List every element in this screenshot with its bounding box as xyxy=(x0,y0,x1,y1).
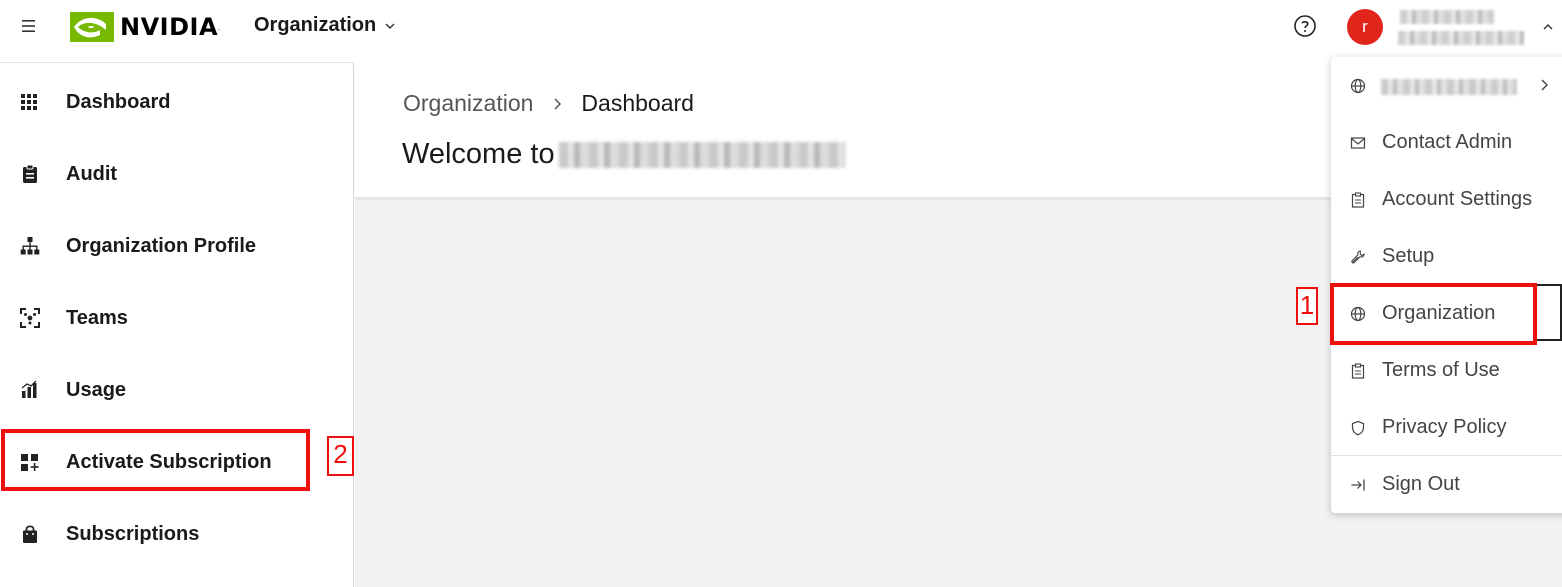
menu-item-hover-outline xyxy=(1536,284,1562,341)
menu-item-account-settings[interactable]: Account Settings xyxy=(1331,171,1562,228)
clipboard-icon xyxy=(20,164,40,184)
menu-item-label: Setup xyxy=(1382,245,1435,267)
help-circle-icon[interactable] xyxy=(1293,14,1317,38)
org-chart-icon xyxy=(20,236,40,256)
menu-item-label: Sign Out xyxy=(1382,473,1460,495)
menu-item-label: Account Settings xyxy=(1382,188,1533,210)
menu-item-sign-out[interactable]: Sign Out xyxy=(1331,456,1562,513)
highlight-box-organization xyxy=(1330,283,1537,345)
breadcrumb-parent-link[interactable]: Organization xyxy=(403,90,533,117)
sidebar-item-label: Subscriptions xyxy=(66,522,200,545)
menu-item-privacy-policy[interactable]: Privacy Policy xyxy=(1331,399,1562,456)
menu-item-setup[interactable]: Setup xyxy=(1331,228,1562,285)
grid-icon xyxy=(20,92,40,112)
chevron-down-icon xyxy=(385,23,395,29)
sidebar-item-organization-profile[interactable]: Organization Profile xyxy=(0,210,353,282)
menu-item-label: Terms of Use xyxy=(1382,359,1500,381)
team-focus-icon xyxy=(20,308,40,328)
sidebar: Dashboard Audit Organization Profile Tea… xyxy=(0,62,354,587)
user-name-redacted[interactable] xyxy=(1398,6,1526,50)
annotation-label-1: 1 xyxy=(1296,287,1318,325)
sign-out-icon xyxy=(1350,477,1366,493)
page-title: Welcome to xyxy=(402,138,845,171)
breadcrumb: Organization Dashboard xyxy=(403,90,694,117)
organization-name-redacted xyxy=(558,141,845,168)
chevron-right-icon xyxy=(554,97,562,110)
mail-icon xyxy=(1350,135,1366,151)
clipboard-icon xyxy=(1350,191,1366,208)
sidebar-item-usage[interactable]: Usage xyxy=(0,354,353,426)
sidebar-item-audit[interactable]: Audit xyxy=(0,138,353,210)
breadcrumb-current: Dashboard xyxy=(581,90,694,116)
sidebar-item-label: Audit xyxy=(66,162,118,185)
sidebar-item-label: Usage xyxy=(66,378,127,401)
nvidia-eye-icon xyxy=(70,12,114,42)
nvidia-logo[interactable]: NVIDIA . xyxy=(70,10,220,44)
sidebar-item-dashboard[interactable]: Dashboard xyxy=(0,66,353,138)
menu-item-contact-admin[interactable]: Contact Admin xyxy=(1331,114,1562,171)
sidebar-item-label: Organization Profile xyxy=(66,234,257,257)
welcome-text: Welcome to xyxy=(402,138,555,170)
bar-chart-icon xyxy=(20,380,40,400)
menu-item-label: Privacy Policy xyxy=(1382,416,1507,438)
redacted-organization-name xyxy=(1381,79,1517,95)
organization-selector-label: Organization xyxy=(254,14,377,36)
globe-icon xyxy=(1350,78,1366,94)
chevron-up-icon[interactable] xyxy=(1541,20,1555,34)
sidebar-item-label: Dashboard xyxy=(66,90,171,113)
top-bar: NVIDIA . Organization r xyxy=(0,0,1562,56)
redacted-email-line xyxy=(1398,31,1524,45)
annotation-label-2: 2 xyxy=(327,436,354,476)
menu-item-label: Contact Admin xyxy=(1382,131,1513,153)
shield-icon xyxy=(1350,420,1366,436)
highlight-box-activate-subscription xyxy=(1,429,310,491)
avatar-initial: r xyxy=(1362,17,1368,36)
chevron-right-icon xyxy=(1541,79,1548,91)
brand-name: NVIDIA xyxy=(120,13,219,41)
brand-trademark-dot: . xyxy=(218,22,221,32)
organization-selector[interactable]: Organization xyxy=(254,14,396,37)
wrench-icon xyxy=(1350,249,1366,265)
menu-item-organization-switcher[interactable] xyxy=(1331,57,1562,114)
hamburger-icon[interactable] xyxy=(20,17,38,35)
avatar[interactable]: r xyxy=(1347,9,1383,45)
redacted-name-line xyxy=(1400,10,1494,24)
sidebar-item-subscriptions[interactable]: Subscriptions xyxy=(0,498,353,570)
sidebar-item-label: Teams xyxy=(66,306,128,329)
sidebar-item-teams[interactable]: Teams xyxy=(0,282,353,354)
clipboard-icon xyxy=(1350,362,1366,379)
menu-item-terms-of-use[interactable]: Terms of Use xyxy=(1331,342,1562,399)
shopping-bag-icon xyxy=(20,524,40,544)
